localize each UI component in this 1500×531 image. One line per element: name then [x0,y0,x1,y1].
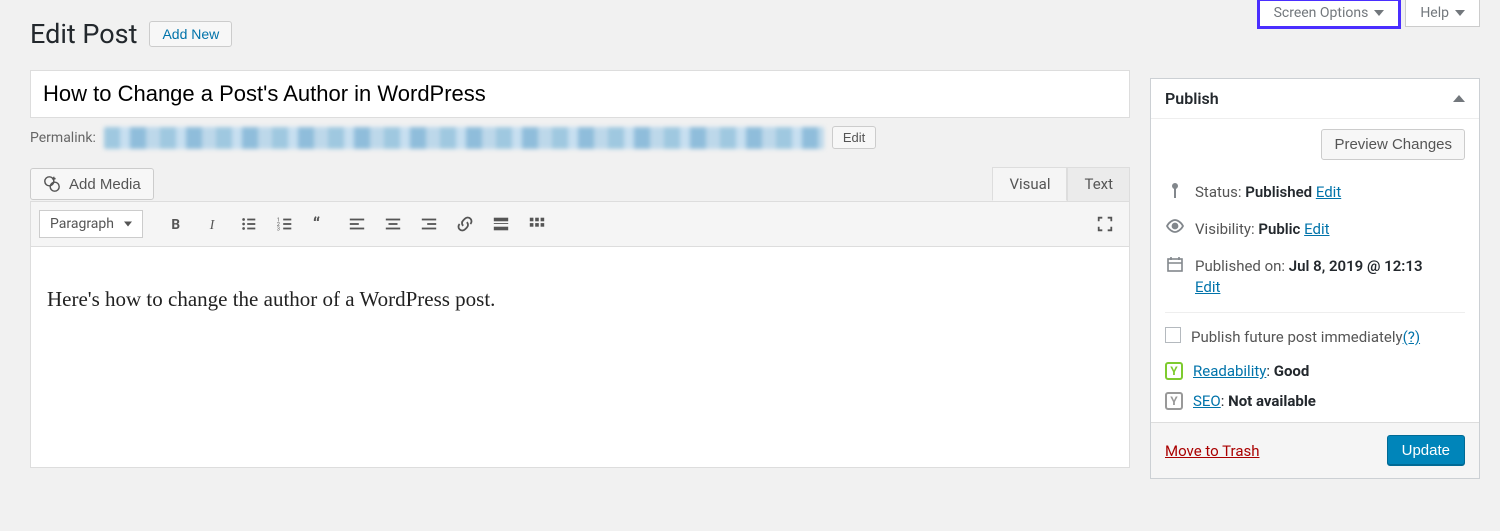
yoast-readability-icon: Y [1165,362,1183,380]
permalink-url[interactable] [104,127,824,149]
published-edit-link[interactable]: Edit [1195,278,1220,296]
editor-content[interactable]: Here's how to change the author of a Wor… [31,247,1129,467]
status-text: Status: Published Edit [1195,182,1341,203]
pin-icon [1165,182,1185,200]
editor-toolbar: Paragraph B I 123 “ [31,202,1129,247]
format-select[interactable]: Paragraph [39,210,143,238]
seo-link[interactable]: SEO [1193,392,1221,410]
publish-immediately-checkbox[interactable] [1165,327,1181,343]
collapse-icon[interactable] [1453,95,1465,102]
bullet-list-button[interactable] [233,208,265,240]
chevron-down-icon [1374,10,1384,16]
calendar-icon [1165,256,1185,272]
numbered-list-button[interactable]: 123 [269,208,301,240]
add-new-button[interactable]: Add New [149,21,232,47]
media-icon [43,175,61,193]
post-title-input[interactable] [30,70,1130,118]
readability-link[interactable]: Readability [1193,362,1266,380]
toolbar-toggle-button[interactable] [521,208,553,240]
editor-box: Paragraph B I 123 “ Here's how to change… [30,201,1130,468]
fullscreen-button[interactable] [1089,208,1121,240]
visibility-icon [1165,219,1185,233]
update-button[interactable]: Update [1387,435,1465,466]
status-edit-link[interactable]: Edit [1316,183,1341,201]
visibility-edit-link[interactable]: Edit [1304,220,1329,238]
yoast-seo-icon: Y [1165,392,1183,410]
align-right-button[interactable] [413,208,445,240]
published-text: Published on: Jul 8, 2019 @ 12:13 Edit [1195,256,1423,298]
preview-changes-button[interactable]: Preview Changes [1321,129,1465,160]
publish-box: Publish Preview Changes Status: Publishe… [1150,78,1480,479]
seo-text: SEO: Not available [1193,392,1316,410]
tab-visual[interactable]: Visual [992,167,1067,201]
add-media-button[interactable]: Add Media [30,168,154,200]
link-button[interactable] [449,208,481,240]
svg-text:“: “ [313,215,320,233]
publish-immediately-label: Publish future post immediately(?) [1191,327,1420,348]
align-center-button[interactable] [377,208,409,240]
italic-button[interactable]: I [197,208,229,240]
permalink-edit-button[interactable]: Edit [832,126,876,149]
align-left-button[interactable] [341,208,373,240]
readability-text: Readability: Good [1193,362,1309,380]
add-media-label: Add Media [69,176,141,193]
svg-text:I: I [209,217,216,232]
publish-box-title: Publish [1165,89,1219,108]
bold-button[interactable]: B [161,208,193,240]
tab-text[interactable]: Text [1067,167,1130,201]
blockquote-button[interactable]: “ [305,208,337,240]
page-title: Edit Post [30,18,137,50]
svg-text:B: B [171,217,180,232]
publish-immediately-help-link[interactable]: (?) [1403,328,1420,346]
permalink-label: Permalink: [30,130,96,146]
chevron-down-icon [1455,10,1465,16]
svg-text:3: 3 [277,226,280,232]
move-to-trash-link[interactable]: Move to Trash [1165,442,1259,460]
read-more-button[interactable] [485,208,517,240]
visibility-text: Visibility: Public Edit [1195,219,1330,240]
publish-box-header[interactable]: Publish [1151,79,1479,119]
